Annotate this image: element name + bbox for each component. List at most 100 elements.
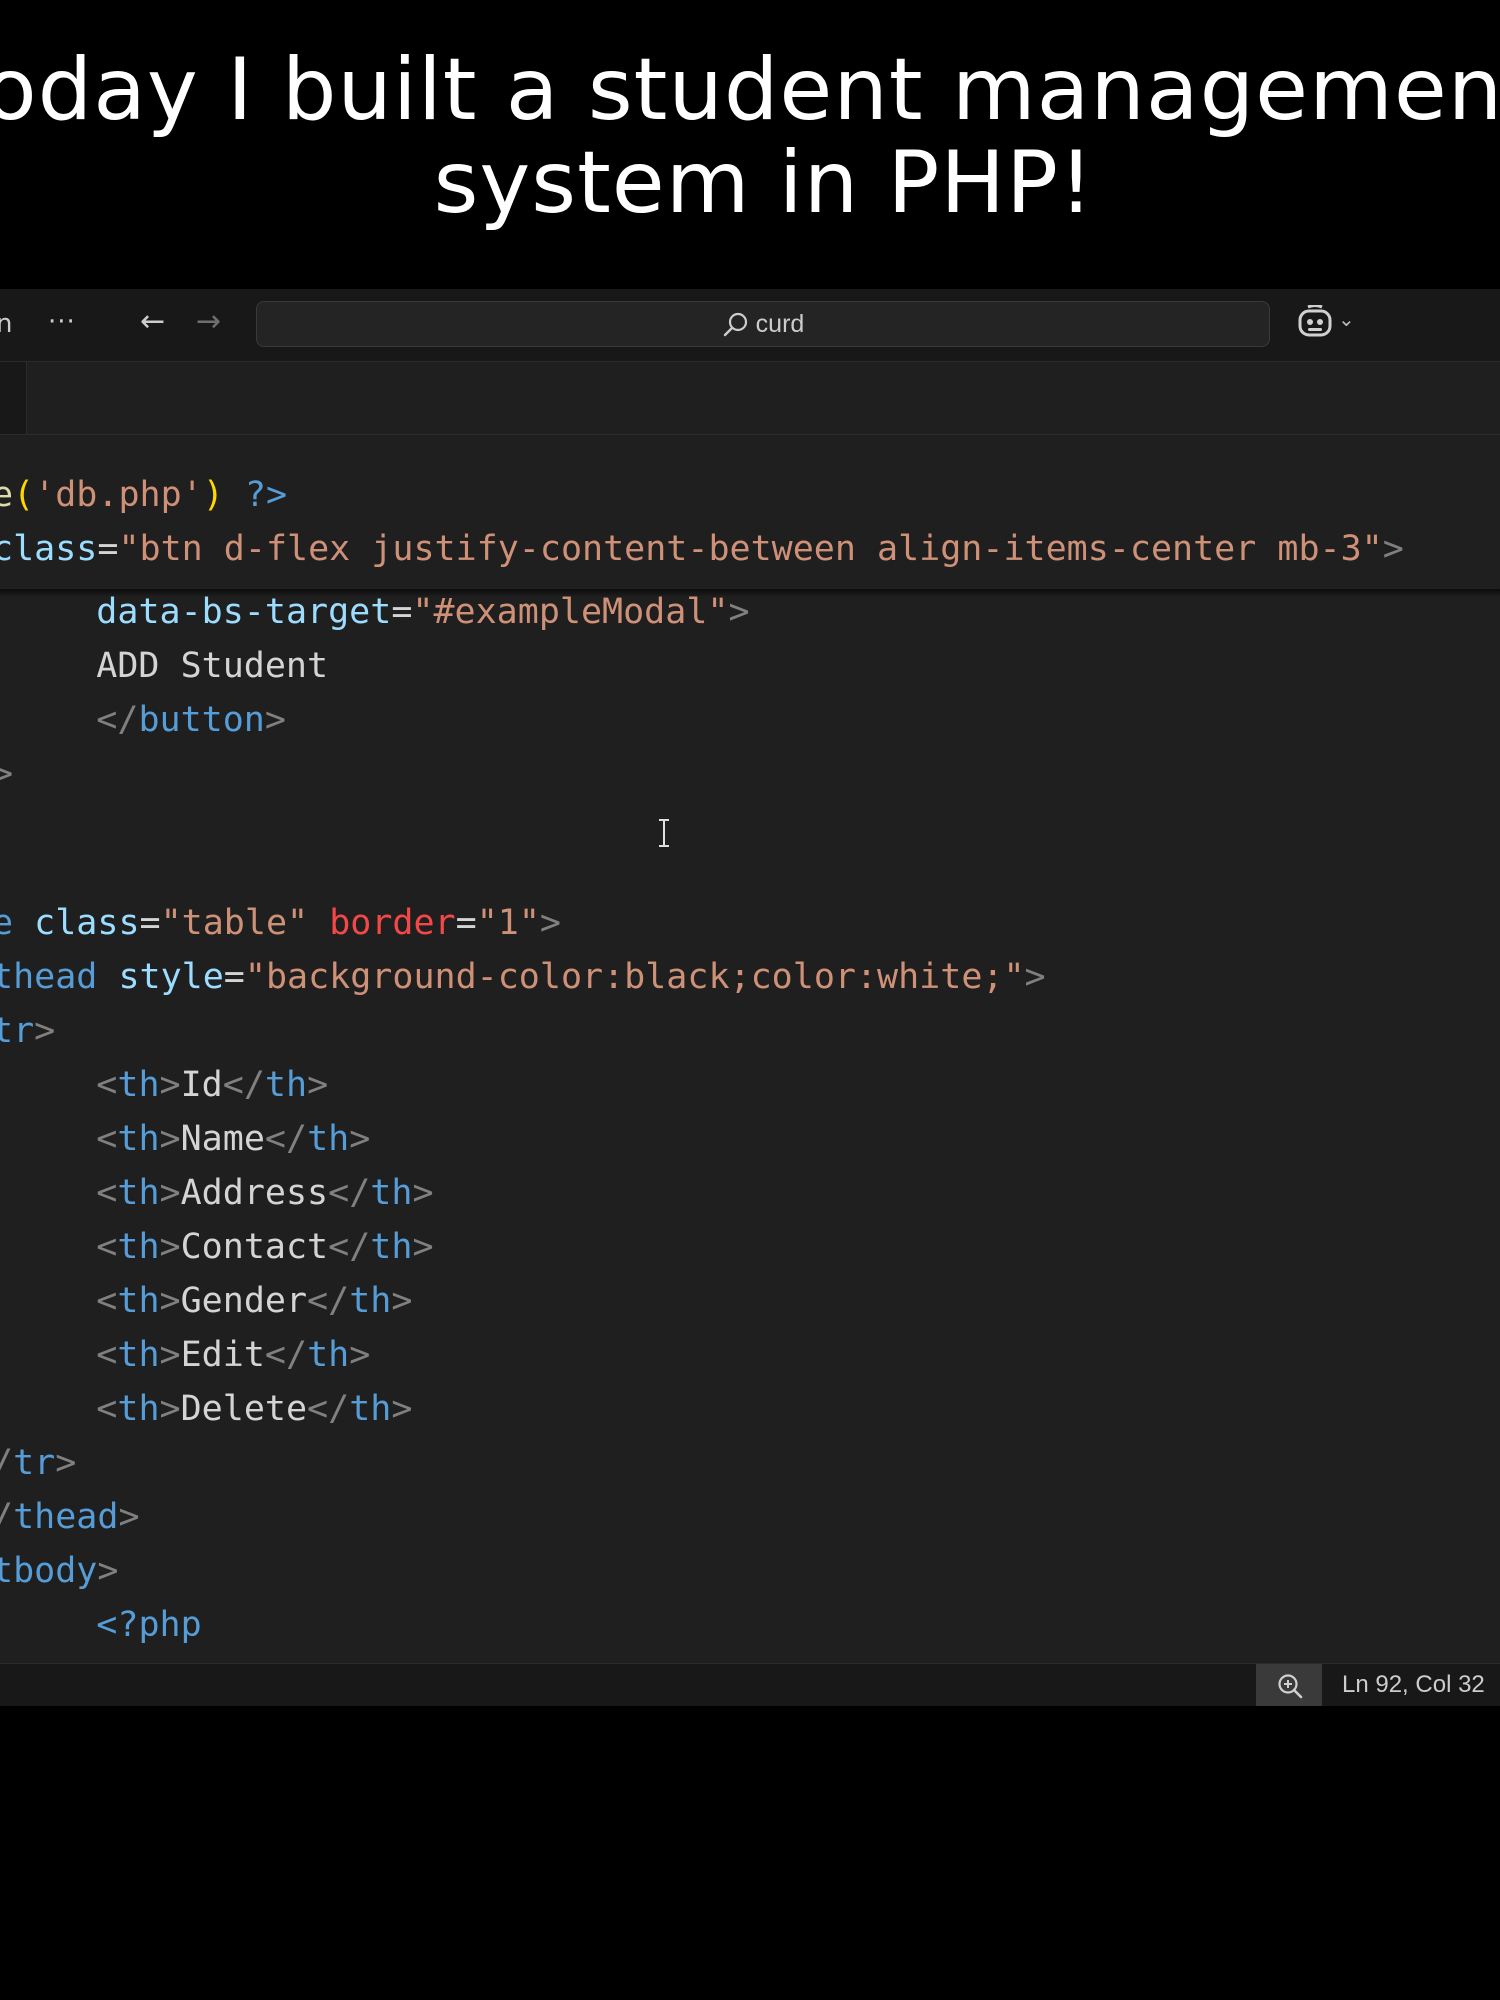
code-token: tbody <box>0 1551 98 1591</box>
tab-bar <box>0 362 1500 435</box>
code-line: <th>Delete</th> <box>12 1382 412 1436</box>
copilot-icon[interactable] <box>1296 305 1334 341</box>
code-token: style <box>118 957 224 997</box>
code-token: = <box>391 592 413 632</box>
code-token: "1" <box>476 903 540 943</box>
code-token: th <box>307 1119 350 1159</box>
forward-button[interactable]: → <box>196 307 221 337</box>
code-token: = <box>223 957 245 997</box>
code-token: > <box>159 1119 181 1159</box>
code-token: / <box>0 1497 13 1537</box>
code-line: class="btn d-flex justify-content-betwee… <box>0 522 1404 576</box>
code-editor[interactable]: e('db.php') ?> class="btn d-flex justify-… <box>0 435 1500 1663</box>
code-token: </ <box>307 1389 350 1429</box>
zoom-in-icon <box>1278 1674 1303 1699</box>
code-token: th <box>349 1389 392 1429</box>
search-text: curd <box>755 310 805 338</box>
code-token: > <box>97 1551 119 1591</box>
code-token: thead <box>13 1497 119 1537</box>
code-token: e <box>0 475 14 515</box>
code-token: </ <box>264 1119 308 1159</box>
menu-fragment[interactable]: n <box>0 309 12 339</box>
caption-line-2: system in PHP! <box>433 133 1095 233</box>
code-token: ) <box>202 475 224 515</box>
code-token: </ <box>307 1281 350 1321</box>
code-token: thead <box>0 957 119 997</box>
more-menu-button[interactable]: ··· <box>48 307 76 337</box>
code-token: th <box>349 1281 392 1321</box>
code-token: th <box>117 1335 160 1375</box>
code-token: th <box>117 1389 160 1429</box>
code-token: > <box>1024 957 1046 997</box>
code-token: > <box>159 1227 181 1267</box>
code-token: th <box>117 1065 160 1105</box>
code-line: e class="table" border="1"> <box>0 896 561 950</box>
code-token: > <box>0 754 14 794</box>
code-token: th <box>370 1173 413 1213</box>
chevron-down-icon[interactable]: ⌄ <box>1338 307 1355 331</box>
code-token: data-bs-target <box>96 592 392 632</box>
code-line: tbody> <box>0 1544 118 1598</box>
code-token: </ <box>222 1065 265 1105</box>
code-token: < <box>96 1281 118 1321</box>
code-token: > <box>539 903 561 943</box>
code-token: Gender <box>180 1281 308 1321</box>
search-icon <box>723 313 747 337</box>
code-token: > <box>118 1497 140 1537</box>
back-button[interactable]: ← <box>140 307 165 337</box>
code-line: e('db.php') ?> <box>0 468 287 522</box>
video-caption: oday I built a student managemen system … <box>0 40 1500 240</box>
text-cursor-icon <box>659 819 669 847</box>
command-center-search[interactable]: curd <box>256 301 1270 347</box>
code-token: th <box>117 1281 160 1321</box>
cursor-position[interactable]: Ln 92, Col 32 <box>1342 1671 1485 1699</box>
code-line: <th>Contact</th> <box>12 1220 434 1274</box>
code-token: > <box>159 1173 181 1213</box>
code-line: /thead> <box>0 1490 140 1544</box>
code-token: > <box>728 592 750 632</box>
code-token: > <box>34 1011 56 1051</box>
code-token: button <box>138 700 265 740</box>
code-token: class <box>0 529 98 569</box>
code-token: Contact <box>180 1227 329 1267</box>
code-token: th <box>117 1173 160 1213</box>
code-token: 'db.php' <box>34 475 203 515</box>
code-token: </ <box>328 1227 371 1267</box>
code-line: <th>Id</th> <box>12 1058 328 1112</box>
code-line: > <box>0 747 13 801</box>
code-token: > <box>1382 529 1404 569</box>
editor-tab[interactable] <box>0 362 27 434</box>
code-token: Id <box>180 1065 223 1105</box>
code-token: th <box>117 1227 160 1267</box>
code-token: class <box>34 903 140 943</box>
code-line: <th>Name</th> <box>12 1112 370 1166</box>
code-token: / <box>0 1443 13 1483</box>
code-token: </ <box>328 1173 371 1213</box>
code-token: > <box>307 1065 329 1105</box>
title-bar: n ··· ← → curd ⌄ <box>0 289 1500 362</box>
code-token: = <box>139 903 161 943</box>
zoom-button[interactable] <box>1256 1664 1322 1706</box>
sticky-scroll-shadow <box>0 589 1500 597</box>
code-token: Edit <box>180 1335 265 1375</box>
code-token: th <box>264 1065 308 1105</box>
code-line: <th>Edit</th> <box>12 1328 370 1382</box>
code-token: < <box>96 1227 118 1267</box>
caption-line-1: oday I built a student managemen <box>0 40 1500 140</box>
code-token: ( <box>13 475 35 515</box>
code-token: th <box>370 1227 413 1267</box>
code-line: <?php <box>12 1598 201 1652</box>
code-token: Delete <box>180 1389 308 1429</box>
code-token: < <box>96 1389 118 1429</box>
code-token: = <box>455 903 477 943</box>
code-token: > <box>412 1227 434 1267</box>
code-token: > <box>349 1119 371 1159</box>
code-line: <th>Gender</th> <box>12 1274 412 1328</box>
